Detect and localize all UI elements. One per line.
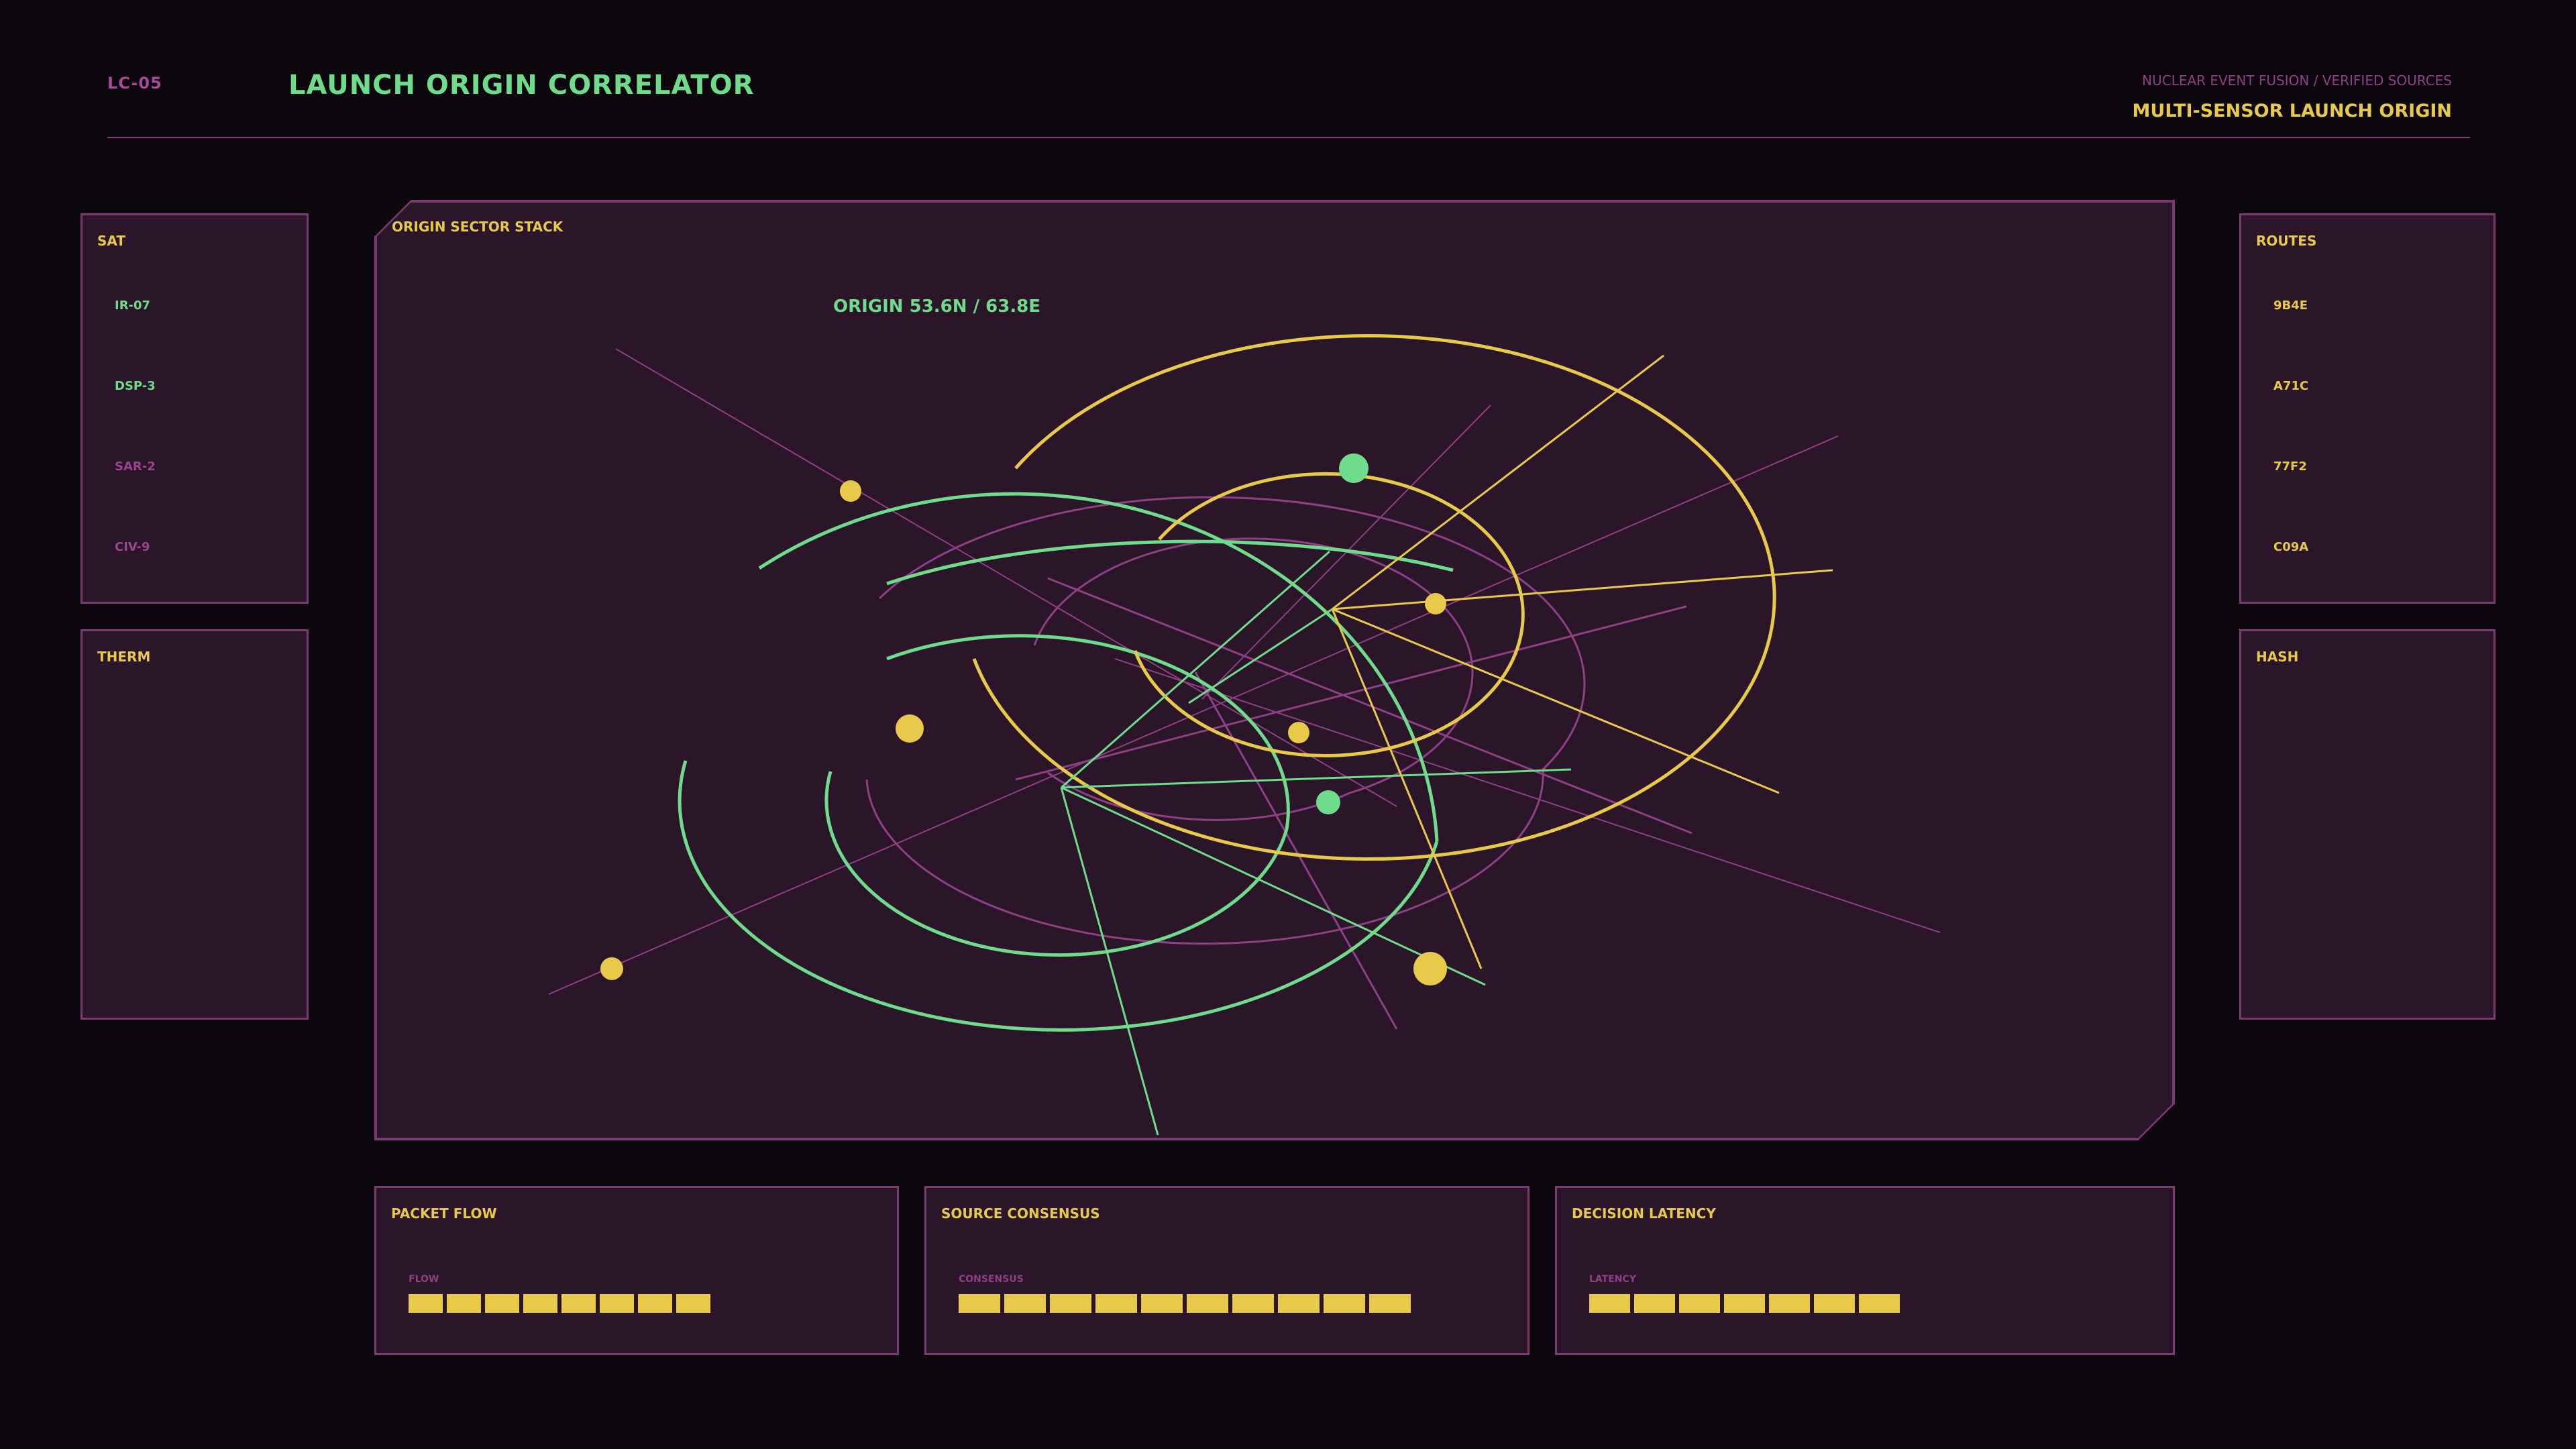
meter-segment [1324, 1294, 1365, 1313]
event-marker [840, 480, 861, 502]
meter-segment [1769, 1294, 1810, 1313]
header-divider [107, 137, 2470, 138]
therm-panel: THERM [80, 629, 309, 1020]
sensor-ray [1331, 608, 1483, 969]
event-marker [1413, 952, 1447, 985]
sensor-ray [548, 435, 1839, 995]
routes-panel-title: ROUTES [2256, 233, 2317, 249]
meter-segment [1187, 1294, 1228, 1313]
sensor-ray [1060, 787, 1159, 1136]
hash-panel: HASH [2239, 629, 2496, 1020]
therm-panel-title: THERM [97, 649, 151, 665]
meter-segment [1095, 1294, 1137, 1313]
route-item-77f2[interactable]: 77F2 [2273, 460, 2307, 474]
sat-item-civ-9[interactable]: CIV-9 [115, 540, 150, 554]
meter-segment [523, 1294, 557, 1313]
origin-sector-stack-panel: ORIGIN SECTOR STACK ORIGIN 53.6N / 63.8E [374, 200, 2175, 1140]
meter-segment [600, 1294, 634, 1313]
meter-segment [1141, 1294, 1183, 1313]
meter-segment [1050, 1294, 1091, 1313]
meter-segment [1589, 1294, 1630, 1313]
header-mode: MULTI-SENSOR LAUNCH ORIGIN [2132, 101, 2452, 121]
source-consensus-title: SOURCE CONSENSUS [941, 1205, 1100, 1222]
source-consensus-panel: SOURCE CONSENSUS CONSENSUS [924, 1186, 1529, 1355]
event-marker [1288, 722, 1309, 743]
meter-segment [1814, 1294, 1855, 1313]
header-subtitle: NUCLEAR EVENT FUSION / VERIFIED SOURCES [2142, 72, 2452, 89]
sensor-ray [1332, 608, 1780, 794]
flow-meter-label: FLOW [409, 1274, 439, 1285]
meter-segment [638, 1294, 672, 1313]
origin-sector-plot[interactable] [377, 203, 2172, 1138]
routes-panel: ROUTES 9B4E A71C 77F2 C09A [2239, 213, 2496, 604]
sat-panel: SAT IR-07 DSP-3 SAR-2 CIV-9 [80, 213, 309, 604]
meter-segment [1724, 1294, 1765, 1313]
event-marker [896, 714, 924, 743]
latency-meter [1589, 1294, 1900, 1313]
meter-segment [447, 1294, 481, 1313]
decision-latency-panel: DECISION LATENCY LATENCY [1555, 1186, 2175, 1355]
page-title: LAUNCH ORIGIN CORRELATOR [288, 70, 755, 101]
consensus-meter [959, 1294, 1411, 1313]
sat-item-dsp-3[interactable]: DSP-3 [115, 379, 156, 393]
sat-item-ir-07[interactable]: IR-07 [115, 299, 150, 313]
event-marker [600, 957, 623, 980]
latency-meter-label: LATENCY [1589, 1274, 1636, 1285]
event-marker [1425, 593, 1446, 614]
meter-segment [1634, 1294, 1675, 1313]
event-marker [1339, 453, 1368, 483]
packet-flow-title: PACKET FLOW [391, 1205, 497, 1222]
uncertainty-arc [865, 769, 1544, 945]
meter-segment [959, 1294, 1000, 1313]
sensor-ray [1114, 658, 1941, 933]
meter-segment [561, 1294, 596, 1313]
route-item-c09a[interactable]: C09A [2273, 540, 2308, 554]
flow-meter [409, 1294, 710, 1313]
decision-latency-title: DECISION LATENCY [1572, 1205, 1716, 1222]
sensor-ray [1047, 577, 1693, 835]
sensor-ray [615, 348, 1397, 807]
console-id: LC-05 [107, 74, 162, 93]
sat-item-sar-2[interactable]: SAR-2 [115, 460, 156, 474]
packet-flow-panel: PACKET FLOW FLOW [374, 1186, 899, 1355]
sat-panel-title: SAT [97, 233, 125, 249]
route-item-9b4e[interactable]: 9B4E [2273, 299, 2308, 313]
meter-segment [1369, 1294, 1411, 1313]
meter-segment [1004, 1294, 1046, 1313]
meter-segment [1232, 1294, 1274, 1313]
meter-segment [409, 1294, 443, 1313]
hash-panel-title: HASH [2256, 649, 2299, 665]
meter-segment [1679, 1294, 1720, 1313]
event-marker [1316, 790, 1340, 814]
meter-segment [1278, 1294, 1320, 1313]
meter-segment [485, 1294, 519, 1313]
meter-segment [1859, 1294, 1900, 1313]
sensor-ray [1332, 569, 1833, 610]
consensus-meter-label: CONSENSUS [959, 1274, 1024, 1285]
sensor-ray [1332, 354, 1664, 610]
route-item-a71c[interactable]: A71C [2273, 379, 2308, 393]
meter-segment [676, 1294, 710, 1313]
